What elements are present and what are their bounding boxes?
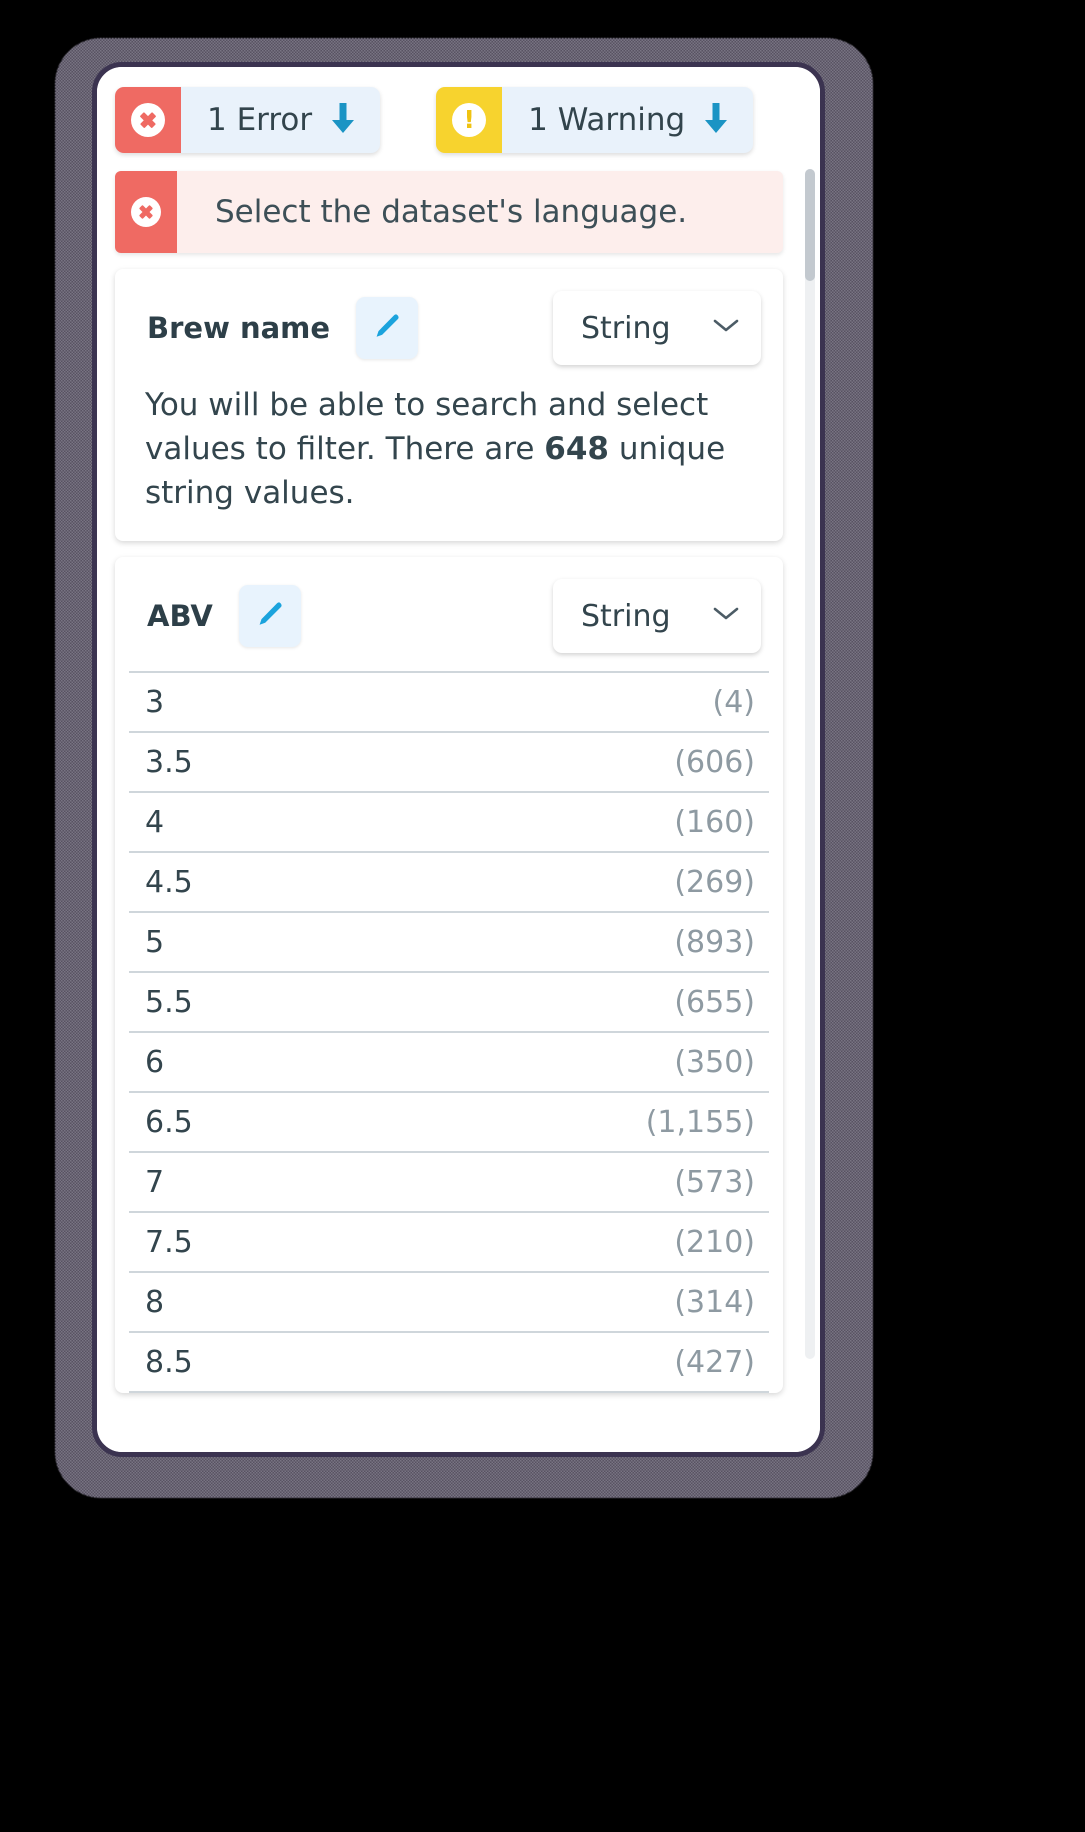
edit-field-button[interactable] [356, 297, 419, 359]
value-row-label: 3 [145, 684, 165, 720]
value-row-count: (314) [674, 1284, 755, 1320]
value-row-count: (350) [674, 1044, 755, 1080]
field-type-value: String [581, 598, 671, 634]
alert-icon-box [115, 171, 177, 253]
warning-badge-icon-box: ! [436, 87, 503, 153]
warning-circle-icon: ! [452, 103, 487, 137]
field-header: Brew name String [115, 269, 783, 383]
error-badge-label: 1 Error [207, 102, 313, 138]
field-description: You will be able to search and select va… [115, 383, 783, 541]
value-row[interactable]: 7 (573) [129, 1153, 769, 1214]
error-badge[interactable]: 1 Error [115, 87, 381, 153]
value-row-label: 8 [145, 1284, 165, 1320]
alert-message: Select the dataset's language. [215, 194, 688, 230]
field-name-label: Brew name [147, 311, 331, 345]
value-row-label: 5 [145, 924, 165, 960]
field-name-label: ABV [147, 599, 213, 634]
warning-badge-body: 1 Warning [502, 87, 753, 153]
value-row-label: 6 [145, 1044, 165, 1080]
value-row[interactable]: 3.5 (606) [129, 733, 769, 794]
value-row-label: 7.5 [145, 1224, 193, 1260]
chevron-down-icon [713, 318, 739, 338]
error-badge-body: 1 Error [181, 87, 380, 153]
value-row[interactable]: 4.5 (269) [129, 853, 769, 914]
screenshot-root: 1 Error ! 1 Warning Select the dataset's… [0, 0, 1085, 1832]
value-row-label: 7 [145, 1164, 165, 1200]
value-row[interactable]: 4 (160) [129, 793, 769, 854]
issues-scroll-area[interactable]: Select the dataset's language. Brew name… [97, 163, 820, 1452]
device-bezel: 1 Error ! 1 Warning Select the dataset's… [92, 62, 825, 1457]
field-card-brew-name: Brew name String You will be able to sea… [115, 269, 783, 542]
value-row-label: 4.5 [145, 864, 193, 900]
field-header: ABV String [115, 557, 783, 671]
warning-badge[interactable]: ! 1 Warning [436, 87, 754, 153]
value-row[interactable]: 7.5 (210) [129, 1213, 769, 1274]
field-type-value: String [581, 310, 671, 346]
error-circle-icon [131, 103, 165, 137]
warning-badge-label: 1 Warning [528, 102, 686, 138]
value-row-count: (606) [674, 744, 755, 780]
field-card-abv: ABV String 3 (4) 3.5 (606) 4 (160) 4.5 (… [115, 557, 783, 1394]
value-row[interactable]: 3 (4) [129, 673, 769, 734]
language-error-alert[interactable]: Select the dataset's language. [115, 171, 783, 253]
value-row-label: 5.5 [145, 984, 193, 1020]
value-row-count: (655) [674, 984, 755, 1020]
scrollbar-track[interactable] [805, 169, 815, 1359]
value-row[interactable]: 6.5 (1,155) [129, 1093, 769, 1154]
edit-field-button[interactable] [238, 585, 301, 648]
value-row[interactable]: 5.5 (655) [129, 973, 769, 1034]
pencil-icon [376, 314, 399, 337]
scrollbar-thumb[interactable] [805, 169, 815, 281]
issue-badge-bar: 1 Error ! 1 Warning [97, 67, 820, 163]
value-row-count: (4) [712, 684, 756, 720]
error-circle-icon [131, 197, 161, 227]
value-list: 3 (4) 3.5 (606) 4 (160) 4.5 (269) 5 (893) 5.5 (655)… [129, 671, 769, 1394]
value-row-count: (893) [674, 924, 755, 960]
error-badge-icon-box [115, 87, 181, 153]
value-row-label: 6.5 [145, 1104, 193, 1140]
exclamation-glyph: ! [463, 104, 475, 134]
value-row-label: 3.5 [145, 744, 193, 780]
value-row-count: (160) [674, 804, 755, 840]
field-unique-count: 648 [544, 431, 609, 468]
value-row-count: (210) [674, 1224, 755, 1260]
chevron-down-icon [713, 606, 739, 626]
value-row-label: 4 [145, 804, 165, 840]
value-row-count: (1,155) [645, 1104, 755, 1140]
value-row-count: (427) [674, 1344, 755, 1380]
value-row-label: 8.5 [145, 1344, 193, 1380]
pencil-icon [259, 602, 282, 625]
field-type-select[interactable]: String [553, 291, 761, 365]
value-row[interactable]: 6 (350) [129, 1033, 769, 1094]
value-row[interactable]: 8.5 (427) [129, 1333, 769, 1394]
value-row[interactable]: 8 (314) [129, 1273, 769, 1334]
arrow-down-icon[interactable] [701, 101, 731, 139]
value-row-count: (573) [674, 1164, 755, 1200]
app-screen: 1 Error ! 1 Warning Select the dataset's… [97, 67, 820, 1452]
arrow-down-icon[interactable] [328, 101, 358, 139]
value-row[interactable]: 5 (893) [129, 913, 769, 974]
field-type-select[interactable]: String [553, 579, 761, 654]
value-row-count: (269) [674, 864, 755, 900]
